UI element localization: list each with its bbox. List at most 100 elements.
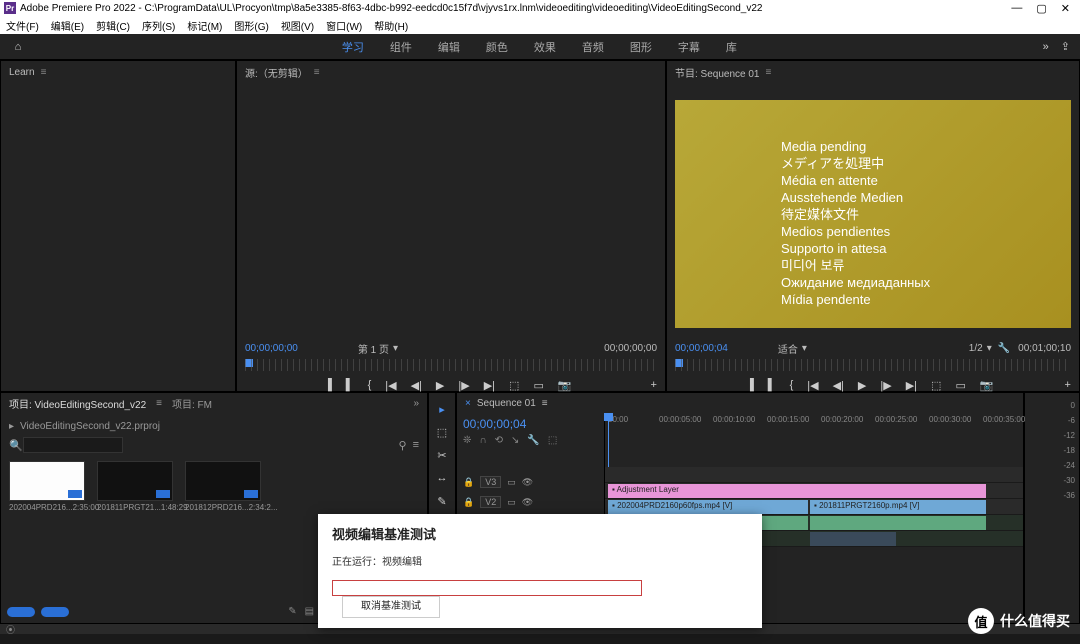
zoom-slider[interactable] bbox=[41, 607, 69, 617]
menu-graphics[interactable]: 图形(G) bbox=[234, 18, 268, 33]
workspace-effects[interactable]: 效果 bbox=[534, 39, 556, 55]
list-view-icon[interactable]: ▤ bbox=[305, 606, 314, 617]
mark-in-icon[interactable]: ▐ bbox=[324, 379, 332, 391]
clip-adjustment-layer[interactable]: ▪ Adjustment Layer bbox=[608, 484, 986, 498]
linked-selection-icon[interactable]: ∩ bbox=[479, 435, 486, 446]
project-overflow-icon[interactable]: » bbox=[413, 398, 419, 409]
add-button-icon[interactable]: + bbox=[651, 379, 657, 391]
razor-tool-icon[interactable]: ↔ bbox=[434, 470, 450, 486]
timeline-menu-icon[interactable]: ≡ bbox=[542, 398, 548, 409]
step-back-icon[interactable]: |◀ bbox=[385, 379, 396, 392]
lift-icon[interactable]: ⬚ bbox=[931, 379, 941, 392]
slip-tool-icon[interactable]: ✎ bbox=[434, 493, 450, 509]
goto-in-icon[interactable]: { bbox=[790, 379, 794, 391]
workspace-assembly[interactable]: 组件 bbox=[390, 39, 412, 55]
project-tab-menu-icon[interactable]: ≡ bbox=[156, 398, 162, 409]
program-fit[interactable]: 适合 bbox=[778, 341, 798, 356]
timeline-close-icon[interactable]: × bbox=[465, 398, 471, 409]
learn-menu-icon[interactable]: ≡ bbox=[41, 67, 47, 78]
workspace-captions[interactable]: 字幕 bbox=[678, 39, 700, 55]
clip-video[interactable]: ▪ 201811PRGT2160p.mp4 [V] bbox=[810, 500, 986, 514]
clip-video[interactable]: ▪ 202004PRD2160p60fps.mp4 [V] bbox=[608, 500, 808, 514]
export-frame-icon[interactable]: 📷 bbox=[980, 379, 994, 392]
maximize-button[interactable]: ▢ bbox=[1036, 2, 1046, 15]
source-viewer[interactable] bbox=[237, 83, 665, 335]
clip-audio[interactable] bbox=[810, 532, 896, 546]
add-button-icon[interactable]: + bbox=[1065, 379, 1071, 391]
menu-view[interactable]: 视图(V) bbox=[281, 18, 314, 33]
track-select-tool-icon[interactable]: ⬚ bbox=[434, 424, 450, 440]
media-thumb[interactable]: 202004PRD216...2:35:00 bbox=[9, 461, 85, 512]
home-button[interactable]: ⌂ bbox=[0, 41, 36, 53]
source-page-dropdown-icon[interactable]: ▾ bbox=[393, 343, 398, 354]
list-icon[interactable]: ≡ bbox=[413, 439, 419, 451]
menu-help[interactable]: 帮助(H) bbox=[374, 18, 408, 33]
timeline-ruler[interactable]: 00:00 00:00:05:00 00:00:10:00 00:00:15:0… bbox=[605, 413, 1023, 431]
mark-out-icon[interactable]: ▌ bbox=[346, 379, 354, 391]
workspace-libraries[interactable]: 库 bbox=[726, 39, 737, 55]
extract-icon[interactable]: ▭ bbox=[955, 379, 965, 392]
workspace-color[interactable]: 颜色 bbox=[486, 39, 508, 55]
source-menu-icon[interactable]: ≡ bbox=[314, 67, 320, 78]
source-ruler[interactable] bbox=[245, 359, 657, 371]
workspace-audio[interactable]: 音频 bbox=[582, 39, 604, 55]
snap-icon[interactable]: ❊ bbox=[463, 435, 471, 446]
clip-audio[interactable] bbox=[810, 516, 986, 530]
export-frame-icon[interactable]: 📷 bbox=[558, 379, 572, 392]
record-icon[interactable]: ⦿ bbox=[6, 623, 15, 636]
pencil-icon[interactable]: ✎ bbox=[288, 606, 296, 617]
workspace-graphics[interactable]: 图形 bbox=[630, 39, 652, 55]
source-tc-in[interactable]: 00;00;00;00 bbox=[245, 343, 298, 354]
program-ruler[interactable] bbox=[675, 359, 1071, 371]
menu-sequence[interactable]: 序列(S) bbox=[142, 18, 175, 33]
track-header-v3[interactable]: 🔒V3▭👁 bbox=[463, 474, 598, 490]
project-tab-main[interactable]: 项目: VideoEditingSecond_v22 bbox=[9, 396, 146, 411]
media-thumb[interactable]: 201812PRD216...2:34:2... bbox=[185, 461, 261, 512]
track-v1[interactable]: ▪ 202004PRD2160p60fps.mp4 [V] ▪ 201811PR… bbox=[605, 499, 1023, 515]
play-icon[interactable]: ▶ bbox=[436, 379, 444, 392]
track-v2[interactable]: ▪ Adjustment Layer bbox=[605, 483, 1023, 499]
step-fwd-icon[interactable]: ▶| bbox=[906, 379, 917, 392]
timeline-sequence-name[interactable]: Sequence 01 bbox=[477, 398, 536, 409]
program-zoom[interactable]: 1/2 bbox=[969, 343, 983, 354]
project-search-input[interactable] bbox=[23, 437, 123, 453]
menu-markers[interactable]: 标记(M) bbox=[187, 18, 222, 33]
timeline-timecode[interactable]: 00;00;00;04 bbox=[463, 417, 598, 431]
marker-icon[interactable]: ⟲ bbox=[495, 435, 503, 446]
ripple-tool-icon[interactable]: ✂ bbox=[434, 447, 450, 463]
play-icon[interactable]: ▶ bbox=[858, 379, 866, 392]
selection-tool-icon[interactable]: ▸ bbox=[434, 401, 450, 417]
program-menu-icon[interactable]: ≡ bbox=[766, 67, 772, 78]
close-button[interactable]: ✕ bbox=[1061, 2, 1070, 15]
workspace-overflow[interactable]: » bbox=[1043, 41, 1049, 53]
step-back-icon[interactable]: |◀ bbox=[807, 379, 818, 392]
settings-icon[interactable]: ↘ bbox=[511, 435, 519, 446]
menu-edit[interactable]: 编辑(E) bbox=[51, 18, 84, 33]
menu-window[interactable]: 窗口(W) bbox=[326, 18, 362, 33]
fit-dropdown-icon[interactable]: ▾ bbox=[802, 343, 807, 354]
cc-icon[interactable]: ⬚ bbox=[548, 435, 557, 446]
lift-icon[interactable]: ⬚ bbox=[509, 379, 519, 392]
workspace-editing[interactable]: 编辑 bbox=[438, 39, 460, 55]
media-thumb[interactable]: 201811PRGT21...1:48:29 bbox=[97, 461, 173, 512]
prev-frame-icon[interactable]: ◀| bbox=[833, 379, 844, 392]
cancel-benchmark-button[interactable]: 取消基准测试 bbox=[342, 596, 440, 618]
next-frame-icon[interactable]: |▶ bbox=[880, 379, 891, 392]
goto-in-icon[interactable]: { bbox=[368, 379, 372, 391]
project-tab-fm[interactable]: 项目: FM bbox=[172, 396, 212, 411]
mark-in-icon[interactable]: ▐ bbox=[746, 379, 754, 391]
track-v3[interactable] bbox=[605, 467, 1023, 483]
next-frame-icon[interactable]: |▶ bbox=[458, 379, 469, 392]
track-header-v2[interactable]: 🔒V2▭👁 bbox=[463, 494, 598, 510]
menu-clip[interactable]: 剪辑(C) bbox=[96, 18, 130, 33]
mark-out-icon[interactable]: ▌ bbox=[768, 379, 776, 391]
prev-frame-icon[interactable]: ◀| bbox=[411, 379, 422, 392]
minimize-button[interactable]: — bbox=[1011, 2, 1022, 15]
filter-icon[interactable]: ⚲ bbox=[399, 439, 407, 452]
wrench-icon[interactable]: 🔧 bbox=[998, 343, 1010, 354]
zoom-slider[interactable] bbox=[7, 607, 35, 617]
extract-icon[interactable]: ▭ bbox=[533, 379, 543, 392]
step-fwd-icon[interactable]: ▶| bbox=[484, 379, 495, 392]
workspace-learn[interactable]: 学习 bbox=[342, 39, 364, 55]
zoom-dropdown-icon[interactable]: ▾ bbox=[987, 343, 992, 354]
